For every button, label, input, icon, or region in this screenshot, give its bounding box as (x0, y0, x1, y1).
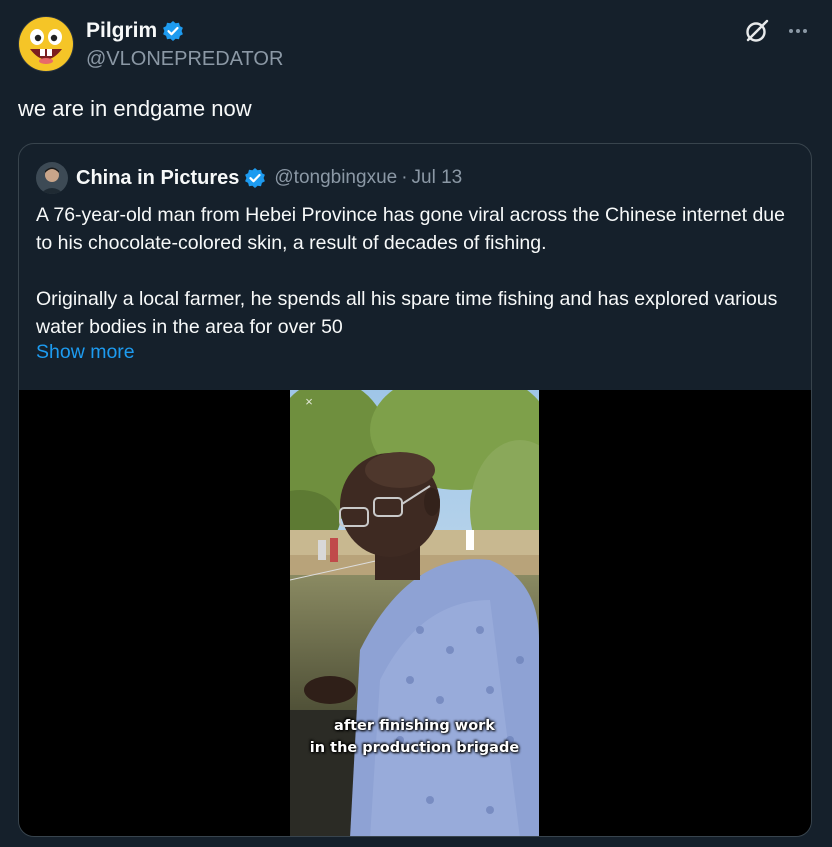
tweet: Pilgrim @VLONEPREDATOR we are in endgame… (0, 0, 832, 847)
author-name[interactable]: Pilgrim (86, 19, 157, 43)
quoted-tweet-text: A 76-year-old man from Hebei Province ha… (36, 201, 796, 341)
tweet-text: we are in endgame now (18, 96, 252, 121)
separator-dot: · (401, 167, 408, 188)
media-container[interactable]: × after finishing work in the production… (19, 390, 811, 836)
laughing-emoji-icon (18, 16, 74, 72)
show-more-link[interactable]: Show more (36, 341, 135, 364)
author-avatar[interactable] (18, 16, 74, 72)
video-thumbnail[interactable]: × after finishing work in the production… (290, 390, 539, 836)
video-caption-line-1: after finishing work (334, 718, 495, 734)
quoted-tweet-date[interactable]: Jul 13 (412, 167, 463, 189)
quoted-tweet-header: China in Pictures @tongbingxue · Jul 13 (36, 162, 462, 194)
verified-badge-icon (162, 20, 184, 42)
quoted-tweet[interactable]: China in Pictures @tongbingxue · Jul 13 … (18, 143, 812, 837)
fisherman-video-frame (290, 390, 539, 836)
close-icon[interactable]: × (300, 393, 318, 411)
header-actions (744, 18, 810, 44)
video-caption-line-2: in the production brigade (309, 740, 520, 756)
quoted-paragraph-1: A 76-year-old man from Hebei Province ha… (36, 204, 785, 254)
more-options-icon[interactable] (786, 19, 810, 43)
grok-icon[interactable] (744, 18, 770, 44)
quoted-author-name[interactable]: China in Pictures (76, 167, 239, 190)
quoted-author-avatar[interactable] (36, 162, 68, 194)
verified-badge-icon (244, 167, 266, 189)
quoted-paragraph-2: Originally a local farmer, he spends all… (36, 288, 778, 338)
author-handle[interactable]: @VLONEPREDATOR (86, 48, 283, 71)
quoted-author-handle[interactable]: @tongbingxue (274, 167, 397, 189)
author-block: Pilgrim @VLONEPREDATOR (86, 18, 283, 71)
